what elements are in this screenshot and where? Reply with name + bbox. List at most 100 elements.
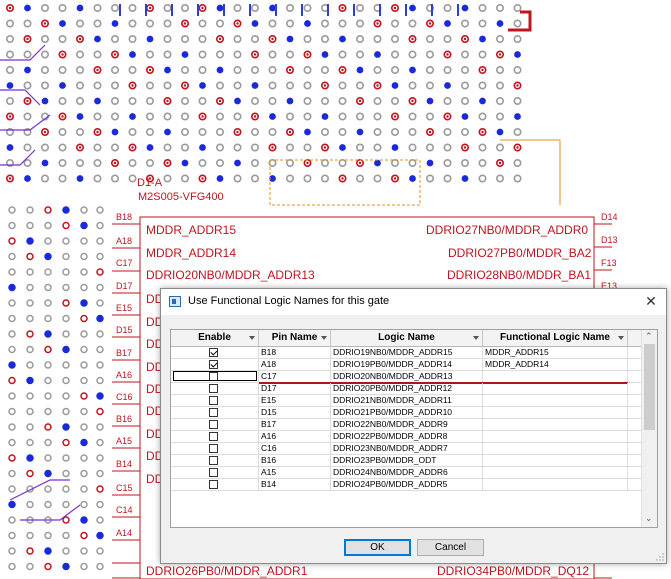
resize-grip-icon[interactable] — [656, 553, 664, 561]
column-header-label: Functional Logic Name — [499, 332, 610, 343]
logic-name-cell: DDRIO21PB0/MDDR_ADDR10 — [331, 407, 483, 418]
functional-logic-name-cell[interactable]: MDDR_ADDR14 — [483, 359, 628, 370]
functional-logic-name-cell[interactable] — [483, 395, 628, 406]
filter-dropdown-icon[interactable] — [249, 336, 255, 340]
pin-name-cell: B16 — [259, 455, 331, 466]
cancel-button[interactable]: Cancel — [417, 539, 484, 556]
scroll-up-icon[interactable]: ⌃ — [645, 331, 653, 342]
functional-logic-name-cell[interactable] — [483, 407, 628, 418]
enable-checkbox[interactable] — [209, 408, 218, 417]
table-row[interactable]: A15 DDRIO24NB0/MDDR_ADDR6 — [171, 467, 641, 479]
logic-name-cell: DDRIO24PB0/MDDR_ADDR5 — [331, 479, 483, 490]
pin-name-cell: A16 — [259, 431, 331, 442]
column-header-logic-name[interactable]: Logic Name — [331, 330, 483, 346]
dialog-app-icon — [169, 296, 181, 307]
logic-name-cell: DDRIO23NB0/MDDR_ADDR7 — [331, 443, 483, 454]
functional-logic-name-cell[interactable] — [483, 371, 628, 382]
functional-logic-name-cell[interactable] — [483, 455, 628, 466]
enable-cell — [171, 383, 259, 394]
enable-cell — [171, 443, 259, 454]
enable-cell — [171, 407, 259, 418]
filter-dropdown-icon[interactable] — [618, 336, 624, 340]
logic-name-cell: DDRIO24NB0/MDDR_ADDR6 — [331, 467, 483, 478]
functional-logic-name-cell[interactable] — [483, 383, 628, 394]
dialog-title: Use Functional Logic Names for this gate — [188, 295, 390, 307]
enable-checkbox[interactable] — [209, 468, 218, 477]
table-row[interactable]: C16 DDRIO23NB0/MDDR_ADDR7 — [171, 443, 641, 455]
logic-name-cell: DDRIO20PB0/MDDR_ADDR12 — [331, 383, 483, 394]
table-row[interactable]: C17 DDRIO20NB0/MDDR_ADDR13 — [171, 371, 641, 384]
table-row[interactable]: B16 DDRIO23PB0/MDDR_ODT — [171, 455, 641, 467]
pin-name-cell: B17 — [259, 419, 331, 430]
net-label: MDDR_ADDR14 — [146, 246, 237, 260]
pin-number-label: C16 — [116, 392, 133, 402]
pin-number-label: D17 — [116, 281, 133, 291]
enable-checkbox[interactable] — [209, 480, 218, 489]
pin-number-label: B18 — [116, 212, 133, 222]
table-row[interactable]: A18 DDRIO19PB0/MDDR_ADDR14 MDDR_ADDR14 — [171, 359, 641, 371]
pin-grid: Enable Pin Name Logic Name Functional Lo… — [170, 329, 658, 528]
pin-name-cell: A15 — [259, 467, 331, 478]
enable-checkbox[interactable] — [209, 444, 218, 453]
table-row[interactable]: B14 DDRIO24PB0/MDDR_ADDR5 — [171, 479, 641, 491]
enable-checkbox[interactable] — [209, 456, 218, 465]
enable-cell — [171, 431, 259, 442]
enable-checkbox[interactable] — [209, 384, 218, 393]
table-row[interactable]: B17 DDRIO22NB0/MDDR_ADDR9 — [171, 419, 641, 431]
logic-name-cell: DDRIO22NB0/MDDR_ADDR9 — [331, 419, 483, 430]
logic-name-cell: DDRIO19NB0/MDDR_ADDR15 — [331, 347, 483, 358]
enable-cell — [171, 395, 259, 406]
enable-checkbox[interactable] — [209, 420, 218, 429]
pin-number-label: B17 — [116, 348, 133, 358]
column-header-enable[interactable]: Enable — [171, 330, 259, 346]
pin-number-label: A15 — [116, 436, 133, 446]
component-ref-label: D1-A — [137, 177, 163, 189]
table-row[interactable]: D15 DDRIO21PB0/MDDR_ADDR10 — [171, 407, 641, 419]
enable-checkbox[interactable] — [209, 360, 218, 369]
pin-number-label: D15 — [116, 325, 133, 335]
pin-number-label: B14 — [116, 459, 133, 469]
column-header-label: Enable — [198, 332, 231, 343]
filter-dropdown-icon[interactable] — [473, 336, 479, 340]
scroll-down-icon[interactable]: ⌄ — [645, 513, 653, 524]
column-header-label: Logic Name — [378, 332, 435, 343]
pin-name-cell: C16 — [259, 443, 331, 454]
functional-logic-name-cell[interactable] — [483, 443, 628, 454]
enable-checkbox[interactable] — [209, 432, 218, 441]
table-row[interactable]: E15 DDRIO21NB0/MDDR_ADDR11 — [171, 395, 641, 407]
close-button[interactable]: ✕ — [640, 291, 662, 311]
table-row[interactable]: A16 DDRIO22PB0/MDDR_ADDR8 — [171, 431, 641, 443]
enable-checkbox[interactable] — [209, 396, 218, 405]
functional-logic-name-cell[interactable] — [483, 419, 628, 430]
net-label: DDRIO34PB0/MDDR_DQ12 — [437, 564, 590, 578]
logic-name-cell: DDRIO19PB0/MDDR_ADDR14 — [331, 359, 483, 370]
pin-number-label: D13 — [601, 235, 618, 245]
functional-logic-name-cell[interactable]: MDDR_ADDR15 — [483, 347, 628, 358]
enable-cell — [171, 467, 259, 478]
column-header-pin-name[interactable]: Pin Name — [259, 330, 331, 346]
ok-button[interactable]: OK — [344, 539, 411, 556]
table-row[interactable]: B18 DDRIO19NB0/MDDR_ADDR15 MDDR_ADDR15 — [171, 347, 641, 359]
column-header-functional-logic-name[interactable]: Functional Logic Name — [483, 330, 628, 346]
functional-logic-name-cell[interactable] — [483, 479, 628, 490]
filter-dropdown-icon[interactable] — [321, 336, 327, 340]
dialog-titlebar[interactable]: Use Functional Logic Names for this gate… — [161, 289, 666, 315]
pin-number-label: B16 — [116, 414, 133, 424]
pin-number-label: A16 — [116, 370, 133, 380]
pin-name-cell: B14 — [259, 479, 331, 490]
functional-logic-name-cell[interactable] — [483, 467, 628, 478]
table-row[interactable]: D17 DDRIO20PB0/MDDR_ADDR12 — [171, 383, 641, 395]
logic-name-cell: DDRIO21NB0/MDDR_ADDR11 — [331, 395, 483, 406]
column-header-label: Pin Name — [271, 332, 318, 343]
pin-name-cell: A18 — [259, 359, 331, 370]
pin-name-cell: D17 — [259, 383, 331, 394]
grid-header: Enable Pin Name Logic Name Functional Lo… — [171, 330, 641, 347]
vertical-scrollbar[interactable]: ⌃ ⌄ — [641, 330, 657, 527]
row-focus-rect — [173, 371, 257, 381]
functional-logic-name-cell[interactable] — [483, 431, 628, 442]
enable-cell — [171, 419, 259, 430]
pin-number-label: C14 — [116, 505, 133, 515]
scrollbar-thumb[interactable] — [644, 344, 655, 430]
enable-checkbox[interactable] — [209, 348, 218, 357]
pin-number-label: C17 — [116, 258, 133, 268]
